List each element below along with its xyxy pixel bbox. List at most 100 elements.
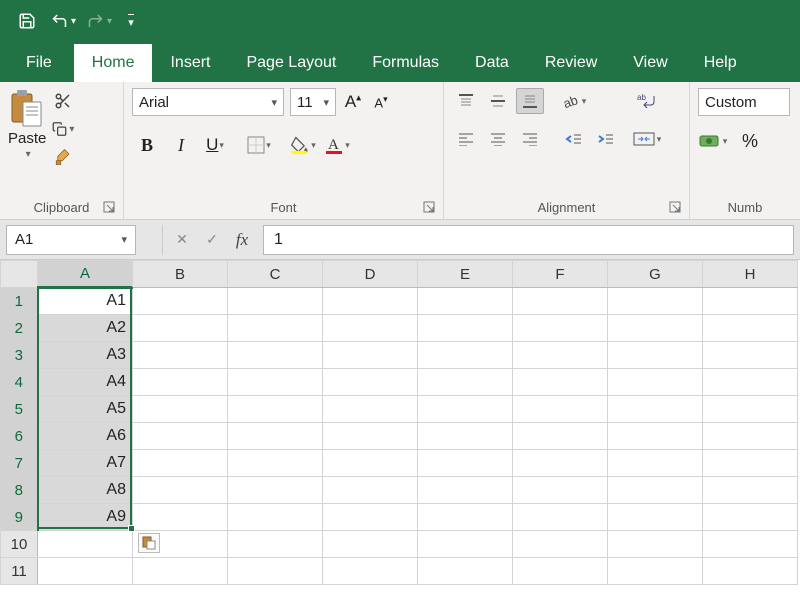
cell[interactable] (133, 558, 228, 585)
row-header[interactable]: 3 (1, 342, 38, 369)
cell[interactable] (513, 450, 608, 477)
cell[interactable] (133, 369, 228, 396)
customize-qat-button[interactable]: ▾ (122, 8, 140, 34)
name-box[interactable]: A1 ▾ (6, 225, 136, 255)
cell[interactable] (133, 450, 228, 477)
row-header[interactable]: 4 (1, 369, 38, 396)
cell[interactable] (133, 504, 228, 531)
fill-color-button[interactable]: ▾ (288, 130, 318, 160)
cell[interactable]: A7 (38, 450, 133, 477)
cell[interactable] (323, 558, 418, 585)
row-header[interactable]: 8 (1, 477, 38, 504)
cell[interactable] (703, 423, 798, 450)
cell[interactable] (608, 342, 703, 369)
tab-review[interactable]: Review (527, 44, 615, 82)
redo-button[interactable]: ▾ (86, 8, 112, 34)
cell[interactable] (323, 396, 418, 423)
cell[interactable] (323, 369, 418, 396)
cell[interactable] (703, 396, 798, 423)
cell[interactable] (513, 504, 608, 531)
column-header[interactable]: B (133, 261, 228, 288)
cell[interactable] (418, 288, 513, 315)
cell[interactable] (38, 558, 133, 585)
cell[interactable] (608, 423, 703, 450)
row-header[interactable]: 5 (1, 396, 38, 423)
cell[interactable] (608, 369, 703, 396)
cell[interactable] (323, 504, 418, 531)
cell[interactable] (228, 531, 323, 558)
font-color-button[interactable]: A ▾ (322, 130, 352, 160)
cell[interactable] (703, 450, 798, 477)
cell[interactable] (513, 288, 608, 315)
cell[interactable] (323, 531, 418, 558)
merge-center-button[interactable]: ▾ (630, 126, 664, 152)
cell[interactable] (418, 369, 513, 396)
row-header[interactable]: 6 (1, 423, 38, 450)
cell[interactable] (133, 342, 228, 369)
cell[interactable] (323, 342, 418, 369)
cell[interactable]: A3 (38, 342, 133, 369)
column-header[interactable]: F (513, 261, 608, 288)
font-name-combo[interactable]: Arial ▾ (132, 88, 284, 116)
tab-help[interactable]: Help (686, 44, 755, 82)
cell[interactable] (703, 369, 798, 396)
cell[interactable] (513, 396, 608, 423)
cell[interactable] (608, 531, 703, 558)
cell[interactable] (133, 477, 228, 504)
worksheet-grid[interactable]: ABCDEFGH1A12A23A34A45A56A67A78A89A91011 (0, 260, 800, 585)
enter-formula-button[interactable]: ✓ (197, 225, 227, 255)
cell[interactable] (703, 288, 798, 315)
row-header[interactable]: 7 (1, 450, 38, 477)
cell[interactable] (418, 450, 513, 477)
cell[interactable] (228, 342, 323, 369)
column-header[interactable]: D (323, 261, 418, 288)
cell[interactable] (228, 423, 323, 450)
cell[interactable] (133, 288, 228, 315)
cell[interactable] (228, 315, 323, 342)
cell[interactable] (608, 450, 703, 477)
cell[interactable] (418, 423, 513, 450)
orientation-button[interactable]: ab▾ (560, 88, 588, 114)
align-right-button[interactable] (516, 126, 544, 152)
column-header[interactable]: C (228, 261, 323, 288)
column-header[interactable]: E (418, 261, 513, 288)
cell[interactable] (513, 315, 608, 342)
copy-button[interactable]: ▾ (52, 118, 74, 140)
cell[interactable] (513, 558, 608, 585)
row-header[interactable]: 2 (1, 315, 38, 342)
cell[interactable]: A4 (38, 369, 133, 396)
cell[interactable] (513, 423, 608, 450)
row-header[interactable]: 11 (1, 558, 38, 585)
select-all-corner[interactable] (1, 261, 38, 288)
font-size-combo[interactable]: 11 ▾ (290, 88, 336, 116)
cell[interactable] (608, 288, 703, 315)
cell[interactable] (228, 558, 323, 585)
wrap-text-button[interactable]: ab (630, 88, 664, 114)
decrease-font-button[interactable]: A▾ (370, 89, 392, 115)
tab-view[interactable]: View (615, 44, 685, 82)
format-painter-button[interactable] (52, 146, 74, 168)
cell[interactable] (323, 450, 418, 477)
align-bottom-button[interactable] (516, 88, 544, 114)
paste-options-button[interactable] (138, 533, 160, 553)
tab-insert[interactable]: Insert (152, 44, 228, 82)
cell[interactable] (418, 342, 513, 369)
cell[interactable] (418, 315, 513, 342)
dialog-launcher-alignment[interactable] (669, 201, 683, 215)
chevron-down-icon[interactable]: ▾ (26, 149, 31, 160)
cell[interactable] (608, 315, 703, 342)
align-center-button[interactable] (484, 126, 512, 152)
align-top-button[interactable] (452, 88, 480, 114)
cell[interactable] (323, 423, 418, 450)
save-button[interactable] (14, 8, 40, 34)
cell[interactable] (133, 423, 228, 450)
tab-file[interactable]: File (8, 44, 74, 82)
cell[interactable] (133, 315, 228, 342)
align-left-button[interactable] (452, 126, 480, 152)
align-middle-button[interactable] (484, 88, 512, 114)
increase-indent-button[interactable] (592, 126, 620, 152)
accounting-format-button[interactable]: ▾ (698, 128, 728, 154)
tab-page-layout[interactable]: Page Layout (228, 44, 354, 82)
cell[interactable] (228, 288, 323, 315)
percent-format-button[interactable]: % (736, 128, 764, 154)
